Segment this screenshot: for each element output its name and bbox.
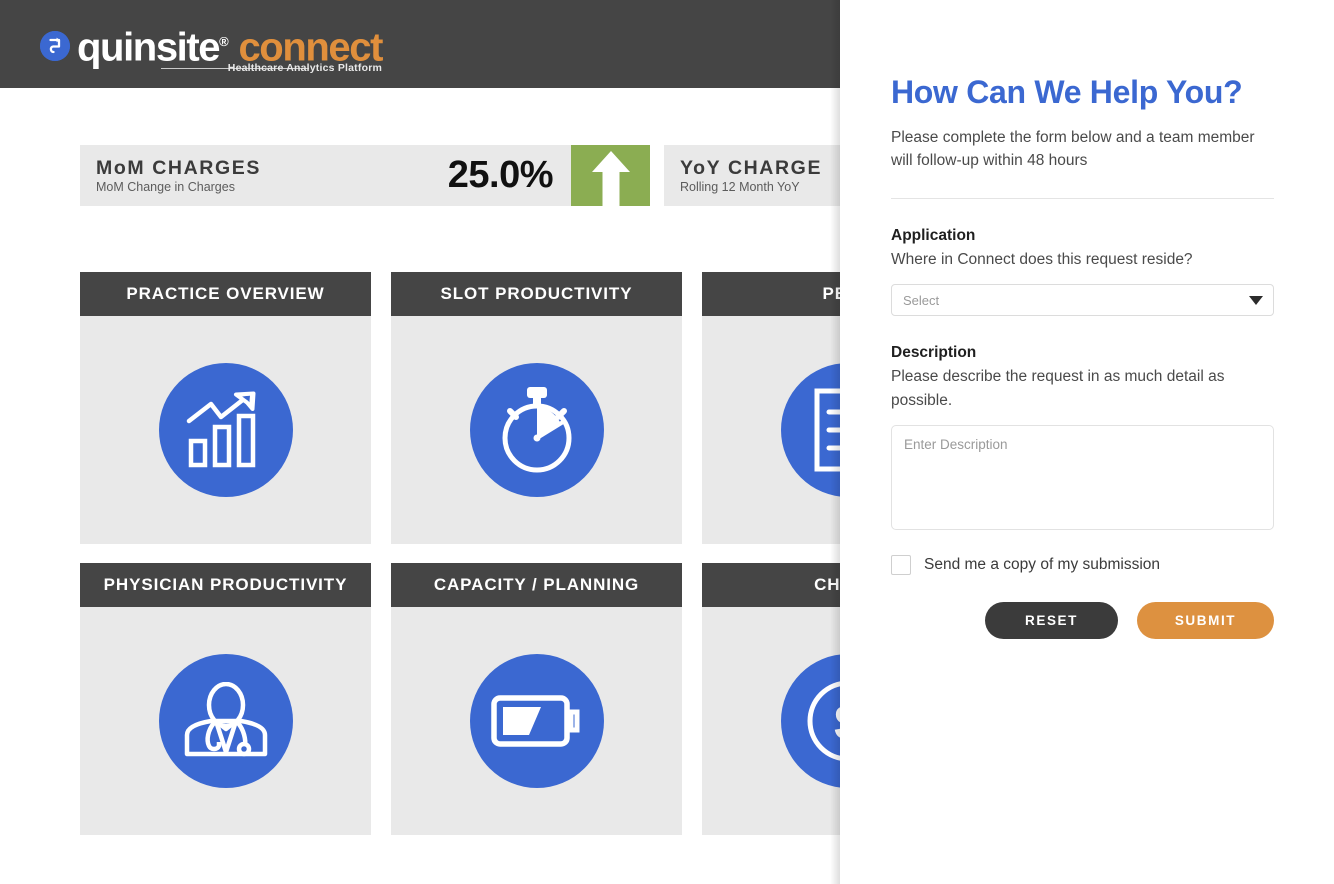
panel-actions: RESET SUBMIT — [891, 602, 1274, 639]
tile-header: PRACTICE OVERVIEW — [80, 272, 371, 316]
tile-physician-productivity[interactable]: PHYSICIAN PRODUCTIVITY — [80, 563, 371, 835]
kpi-title: YoY CHARGE — [680, 156, 823, 179]
panel-shadow — [830, 0, 840, 884]
kpi-text-column: MoM CHARGES MoM Change in Charges — [80, 145, 271, 206]
physician-icon — [158, 654, 293, 788]
chevron-down-icon — [1249, 295, 1263, 305]
tile-slot-productivity[interactable]: SLOT PRODUCTIVITY — [391, 272, 682, 544]
tile-practice-overview[interactable]: PRACTICE OVERVIEW — [80, 272, 371, 544]
reset-button[interactable]: RESET — [985, 602, 1118, 639]
application-label: Application — [891, 227, 976, 244]
brand-tagline: Healthcare Analytics Platform — [227, 62, 383, 75]
kpi-subtitle: MoM Change in Charges — [96, 179, 235, 194]
quinsite-5-arrow-icon — [40, 31, 70, 61]
tile-header: SLOT PRODUCTIVITY — [391, 272, 682, 316]
panel-title: How Can We Help You? — [891, 74, 1243, 110]
tile-label: PHYSICIAN PRODUCTIVITY — [103, 575, 348, 594]
kpi-subtitle: Rolling 12 Month YoY — [680, 179, 800, 194]
tile-capacity-planning[interactable]: CAPACITY / PLANNING — [391, 563, 682, 835]
application-help-text: Where in Connect does this request resid… — [891, 251, 1193, 268]
kpi-gap — [650, 145, 664, 206]
submit-button[interactable]: SUBMIT — [1137, 602, 1274, 639]
tile-body — [391, 316, 682, 544]
description-input[interactable]: Enter Description — [891, 425, 1274, 530]
tile-body — [391, 607, 682, 835]
tile-label: PRACTICE OVERVIEW — [126, 284, 325, 303]
kpi-text-column: YoY CHARGE Rolling 12 Month YoY — [664, 145, 832, 206]
tile-header: CAPACITY / PLANNING — [391, 563, 682, 607]
send-copy-label: Send me a copy of my submission — [924, 556, 1161, 573]
brand-name-primary: quinsite — [77, 25, 221, 70]
tile-body — [80, 316, 371, 544]
stopwatch-icon — [469, 363, 604, 497]
tile-header: PHYSICIAN PRODUCTIVITY — [80, 563, 371, 607]
help-request-panel: How Can We Help You? Please complete the… — [840, 0, 1334, 884]
panel-divider — [891, 198, 1274, 199]
up-arrow-icon — [571, 145, 650, 206]
send-copy-row[interactable]: Send me a copy of my submission — [891, 555, 1274, 575]
brand-logo[interactable]: quinsite® connect Healthcare Analytics P… — [40, 18, 383, 75]
panel-description: Please complete the form below and a tea… — [891, 129, 1255, 169]
description-help-text: Please describe the request in as much d… — [891, 368, 1225, 409]
application-select[interactable]: Select — [891, 284, 1274, 316]
brand-trademark: ® — [219, 34, 229, 50]
application-field-group: Application Where in Connect does this r… — [891, 225, 1274, 316]
tile-body — [80, 607, 371, 835]
battery-icon — [469, 654, 604, 788]
application-select-value: Select — [903, 292, 940, 308]
kpi-card-mom-charges[interactable]: MoM CHARGES MoM Change in Charges 25.0% — [80, 145, 650, 206]
tile-label: CAPACITY / PLANNING — [433, 575, 640, 594]
kpi-title: MoM CHARGES — [96, 156, 261, 179]
kpi-strip: MoM CHARGES MoM Change in Charges 25.0% … — [80, 145, 924, 206]
dashboard-page: quinsite® connect Healthcare Analytics P… — [0, 0, 1334, 884]
send-copy-checkbox[interactable] — [891, 555, 911, 575]
growth-chart-icon — [158, 363, 293, 497]
kpi-value: 25.0% — [447, 154, 554, 196]
description-field-group: Description Please describe the request … — [891, 342, 1274, 530]
description-label: Description — [891, 344, 977, 361]
tile-label: SLOT PRODUCTIVITY — [440, 284, 633, 303]
